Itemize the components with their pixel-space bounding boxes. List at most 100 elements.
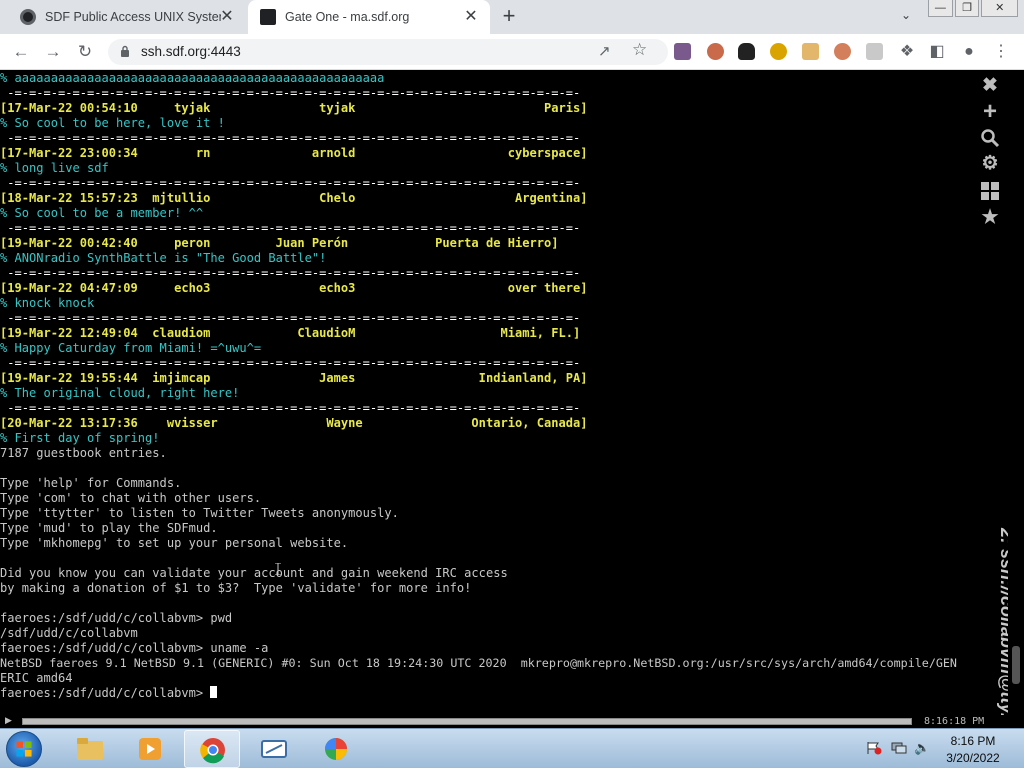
terminal-title: 2: ssh://collabvm@tty.sdf.org <box>997 528 1008 715</box>
prompt-line[interactable]: faeroes:/sdf/udd/c/collabvm> <box>0 686 218 701</box>
guestbook-message: % So cool to be a member! ^^ <box>0 206 204 220</box>
minimize-button[interactable]: — <box>928 0 953 17</box>
extensions-puzzle-icon[interactable]: ❖ <box>896 41 918 63</box>
browser-toolbar: ← → ↻ ssh.sdf.org:4443 ↗ ☆ ❖ ◧ ● ⋮ <box>0 34 1024 70</box>
close-window-button[interactable]: ✕ <box>981 0 1019 17</box>
terminal-line: Type 'mkhomepg' to set up your personal … <box>0 536 349 550</box>
start-button[interactable] <box>6 731 42 767</box>
window-switcher-taskbar-button[interactable] <box>246 730 302 768</box>
forward-arrow-icon[interactable]: → <box>42 41 64 63</box>
guestbook-header: [17-Mar-22 23:00:34 rn arnold cyberspace… <box>0 146 588 160</box>
guestbook-header: [19-Mar-22 19:55:44 imjimcap James India… <box>0 371 588 385</box>
profile-avatar-icon[interactable]: ● <box>958 41 980 63</box>
separator-line: -=-=-=-=-=-=-=-=-=-=-=-=-=-=-=-=-=-=-=-=… <box>0 401 581 415</box>
terminal-line: faeroes:/sdf/udd/c/collabvm> pwd <box>0 611 233 625</box>
terminal-line: 7187 guestbook entries. <box>0 446 167 460</box>
taskbar-date[interactable]: 3/20/2022 <box>930 751 1016 765</box>
extension-icon[interactable] <box>866 43 883 60</box>
explorer-taskbar-button[interactable] <box>62 730 118 768</box>
window-controls: — ❐ ✕ <box>928 0 1019 18</box>
separator-line: -=-=-=-=-=-=-=-=-=-=-=-=-=-=-=-=-=-=-=-=… <box>0 266 581 280</box>
address-bar[interactable]: ssh.sdf.org:4443 ↗ ☆ <box>108 39 668 65</box>
terminal-line: NetBSD faeroes 9.1 NetBSD 9.1 (GENERIC) … <box>0 656 957 670</box>
terminal-line: /sdf/udd/c/collabvm <box>0 626 138 640</box>
media-player-icon <box>139 738 161 760</box>
action-center-flag-icon[interactable] <box>866 741 882 755</box>
new-tab-button[interactable]: + <box>498 5 520 28</box>
terminal-line: faeroes:/sdf/udd/c/collabvm> uname -a <box>0 641 269 655</box>
guestbook-message: % The original cloud, right here! <box>0 386 240 400</box>
separator-line: -=-=-=-=-=-=-=-=-=-=-=-=-=-=-=-=-=-=-=-=… <box>0 311 581 325</box>
chrome-taskbar-button[interactable] <box>184 730 240 768</box>
separator-line: -=-=-=-=-=-=-=-=-=-=-=-=-=-=-=-=-=-=-=-=… <box>0 356 581 370</box>
settings-icon[interactable]: ⚙ <box>980 154 1000 174</box>
grid-icon[interactable] <box>980 181 1000 201</box>
playback-slider[interactable] <box>22 718 912 725</box>
guestbook-header: [17-Mar-22 00:54:10 tyjak tyjak Paris] <box>0 101 588 115</box>
sdf-favicon-icon <box>20 9 36 25</box>
bookmark-icon[interactable]: ★ <box>980 208 1000 228</box>
playback-clock: 8:16:18 PM <box>924 716 985 727</box>
share-icon[interactable]: ↗ <box>598 42 611 60</box>
taskbar: 🔈 8:16 PM 3/20/2022 <box>0 728 1024 768</box>
new-terminal-icon[interactable]: + <box>980 100 1000 124</box>
separator-line: -=-=-=-=-=-=-=-=-=-=-=-=-=-=-=-=-=-=-=-=… <box>0 176 581 190</box>
maximize-button[interactable]: ❐ <box>954 0 980 17</box>
extension-icon[interactable] <box>770 43 787 60</box>
guestbook-header: [20-Mar-22 13:17:36 wvisser Wayne Ontari… <box>0 416 588 430</box>
guestbook-header: [19-Mar-22 00:42:40 peron Juan Perón Pue… <box>0 236 559 250</box>
tab-sdf[interactable]: SDF Public Access UNIX System - ... ✕ <box>8 0 246 34</box>
volume-icon[interactable]: 🔈 <box>914 741 930 755</box>
window-icon <box>261 740 287 758</box>
search-icon[interactable] <box>980 128 1000 148</box>
guestbook-message: % ANONradio SynthBattle is "The Good Bat… <box>0 251 327 265</box>
terminal-line: by making a donation of $1 to $3? Type '… <box>0 581 472 595</box>
windows-logo-icon <box>16 741 32 757</box>
guestbook-message: % So cool to be here, love it ! <box>0 116 225 130</box>
guestbook-message: % long live sdf <box>0 161 109 175</box>
vertical-scrollbar[interactable] <box>1008 71 1024 715</box>
guestbook-message: % Happy Caturday from Miami! =^uwu^= <box>0 341 262 355</box>
terminal-line: Type 'com' to chat with other users. <box>0 491 262 505</box>
extension-icon[interactable] <box>802 43 819 60</box>
tab-search-chevron-icon[interactable]: ⌄ <box>897 8 915 26</box>
terminal-line: ERIC amd64 <box>0 671 73 685</box>
app-icon <box>325 738 347 760</box>
shell-prompt: faeroes:/sdf/udd/c/collabvm> <box>0 686 211 700</box>
guestbook-header: [19-Mar-22 12:49:04 claudiom ClaudioM Mi… <box>0 326 581 340</box>
menu-kebab-icon[interactable]: ⋮ <box>990 41 1012 63</box>
extension-icon[interactable] <box>707 43 724 60</box>
i-beam-cursor-icon <box>275 563 281 575</box>
text-cursor <box>210 686 218 698</box>
reload-icon[interactable]: ↻ <box>74 41 96 63</box>
network-icon[interactable] <box>891 741 907 755</box>
tab-title: SDF Public Access UNIX System - ... <box>45 10 221 24</box>
extension-icon[interactable] <box>834 43 851 60</box>
app-taskbar-button[interactable] <box>308 730 364 768</box>
close-icon[interactable]: ✖ <box>980 76 1000 96</box>
back-arrow-icon[interactable]: ← <box>10 41 32 63</box>
terminal-line: Type 'mud' to play the SDFmud. <box>0 521 218 535</box>
extension-icon[interactable] <box>674 43 691 60</box>
terminal-line: % aaaaaaaaaaaaaaaaaaaaaaaaaaaaaaaaaaaaaa… <box>0 71 385 85</box>
terminal-line: Type 'ttytter' to listen to Twitter Twee… <box>0 506 399 520</box>
terminal[interactable]: % aaaaaaaaaaaaaaaaaaaaaaaaaaaaaaaaaaaaaa… <box>0 71 1008 715</box>
taskbar-time[interactable]: 8:16 PM <box>930 734 1016 748</box>
lock-icon <box>121 45 129 57</box>
play-icon[interactable]: ▶ <box>5 715 12 726</box>
extension-icon[interactable] <box>738 43 755 60</box>
scrollbar-thumb[interactable] <box>1012 646 1020 684</box>
separator-line: -=-=-=-=-=-=-=-=-=-=-=-=-=-=-=-=-=-=-=-=… <box>0 221 581 235</box>
guestbook-message: % knock knock <box>0 296 95 310</box>
folder-icon <box>77 738 103 760</box>
tab-title: Gate One - ma.sdf.org <box>285 10 410 24</box>
bookmark-star-icon[interactable]: ☆ <box>632 40 647 60</box>
media-player-taskbar-button[interactable] <box>122 730 178 768</box>
close-tab-icon[interactable]: ✕ <box>462 8 480 26</box>
tab-gateone[interactable]: Gate One - ma.sdf.org ✕ <box>248 0 490 34</box>
separator-line: -=-=-=-=-=-=-=-=-=-=-=-=-=-=-=-=-=-=-=-=… <box>0 86 581 100</box>
terminal-line: Type 'help' for Commands. <box>0 476 182 490</box>
terminal-line: Did you know you can validate your accou… <box>0 566 508 580</box>
close-tab-icon[interactable]: ✕ <box>218 8 236 26</box>
side-panel-icon[interactable]: ◧ <box>926 41 948 63</box>
